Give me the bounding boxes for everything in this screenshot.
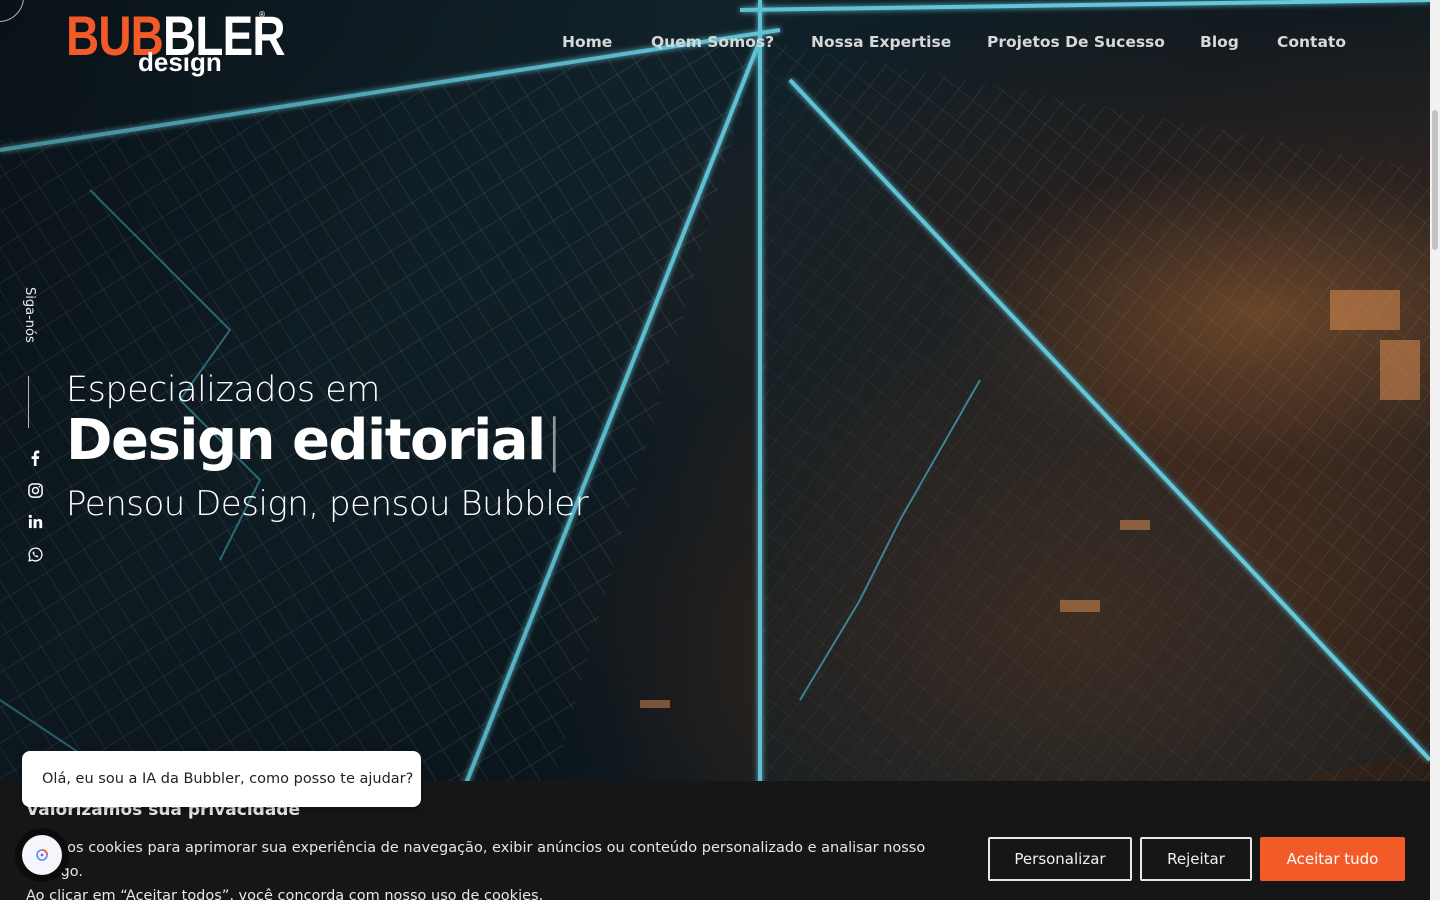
facebook-icon[interactable]	[26, 449, 44, 467]
chat-logo-icon	[36, 849, 48, 861]
scrollbar-track[interactable]	[1430, 0, 1440, 900]
scrollbar-thumb[interactable]	[1432, 110, 1438, 250]
nav-nossa-expertise[interactable]: Nossa Expertise	[811, 33, 951, 51]
follow-divider	[28, 376, 29, 428]
logo-registered-mark: ®	[258, 10, 266, 19]
brand-logo[interactable]: BUBBLER ® design	[66, 8, 286, 80]
nav-contato[interactable]: Contato	[1277, 33, 1346, 51]
chat-launcher-inner	[22, 835, 62, 875]
cookie-text-line2: Ao clicar em “Aceitar todos”, você conco…	[26, 888, 544, 900]
hero-headline-text: Design editorial	[66, 408, 546, 473]
typing-cursor: |	[544, 408, 564, 473]
chat-greeting-bubble[interactable]: Olá, eu sou a IA da Bubbler, como posso …	[22, 751, 421, 807]
cookie-banner-text: Usamos cookies para aprimorar sua experi…	[26, 836, 976, 900]
chat-launcher-button[interactable]	[15, 828, 69, 882]
hero-subtitle: Especializados em	[66, 370, 380, 410]
hero-tagline: Pensou Design, pensou Bubbler	[66, 484, 589, 524]
whatsapp-icon[interactable]	[26, 545, 44, 563]
nav-home[interactable]: Home	[562, 33, 612, 51]
hero-headline: Design editorial|	[66, 408, 564, 473]
customize-cookies-button[interactable]: Personalizar	[988, 837, 1132, 881]
instagram-icon[interactable]	[26, 481, 44, 499]
logo-subtitle: design	[138, 47, 222, 77]
linkedin-icon[interactable]	[26, 512, 44, 530]
reject-cookies-button[interactable]: Rejeitar	[1140, 837, 1252, 881]
nav-quem-somos[interactable]: Quem Somos?	[651, 33, 774, 51]
cookie-text-line1: Usamos cookies para aprimorar sua experi…	[26, 840, 926, 880]
nav-projetos[interactable]: Projetos De Sucesso	[987, 33, 1165, 51]
follow-us-label: Siga-nós	[22, 287, 37, 343]
accept-all-cookies-button[interactable]: Aceitar tudo	[1260, 837, 1405, 881]
nav-blog[interactable]: Blog	[1200, 33, 1239, 51]
